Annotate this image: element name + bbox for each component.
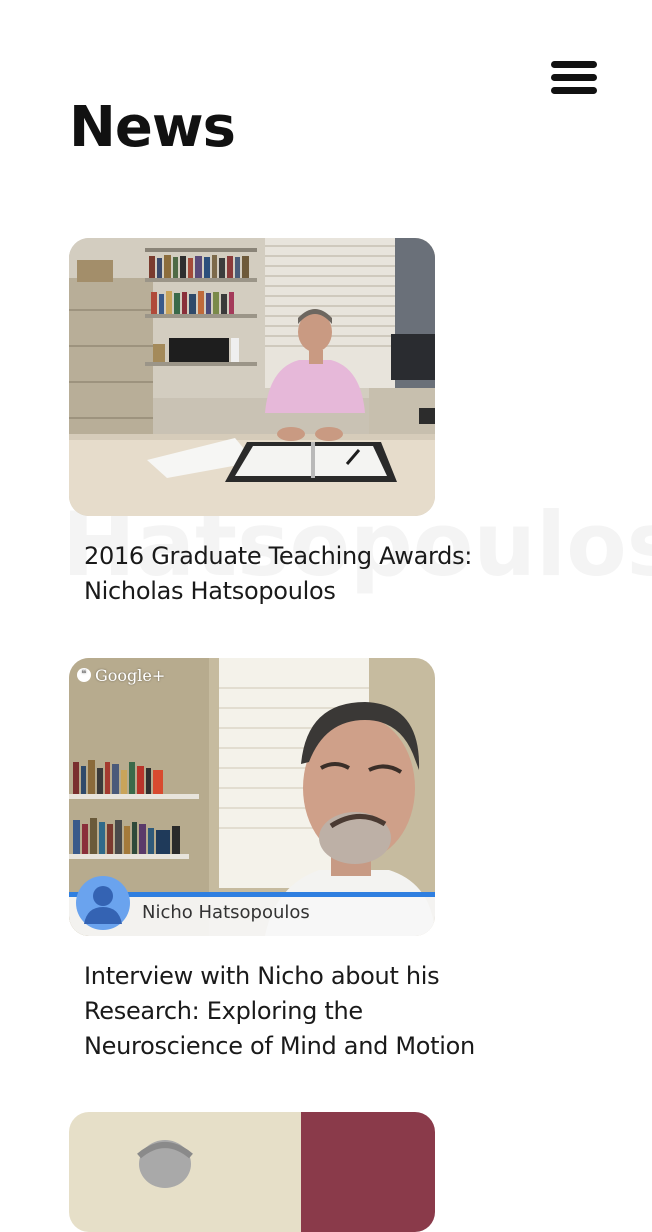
article-thumbnail-video-call[interactable]: ❝ Google+ Nicho Hatsopoulos <box>69 658 435 936</box>
article-title[interactable]: Interview with Nicho about his Research:… <box>84 959 504 1064</box>
article-thumbnail-partial[interactable] <box>69 1112 435 1232</box>
hamburger-menu-icon-bar <box>551 74 597 81</box>
page-title: News <box>69 95 236 160</box>
google-plus-label: ❝ Google+ <box>77 665 165 685</box>
google-plus-brand: Google+ <box>95 665 166 685</box>
caller-name-label: Nicho Hatsopoulos <box>142 902 310 923</box>
hamburger-menu-icon-bar <box>551 87 597 94</box>
hangouts-quote-icon: ❝ <box>77 668 91 682</box>
article-thumbnail-office[interactable] <box>69 238 435 516</box>
hamburger-menu-button[interactable] <box>548 58 600 98</box>
article-title[interactable]: 2016 Graduate Teaching Awards: Nicholas … <box>84 539 504 609</box>
hamburger-menu-icon-bar <box>551 61 597 68</box>
